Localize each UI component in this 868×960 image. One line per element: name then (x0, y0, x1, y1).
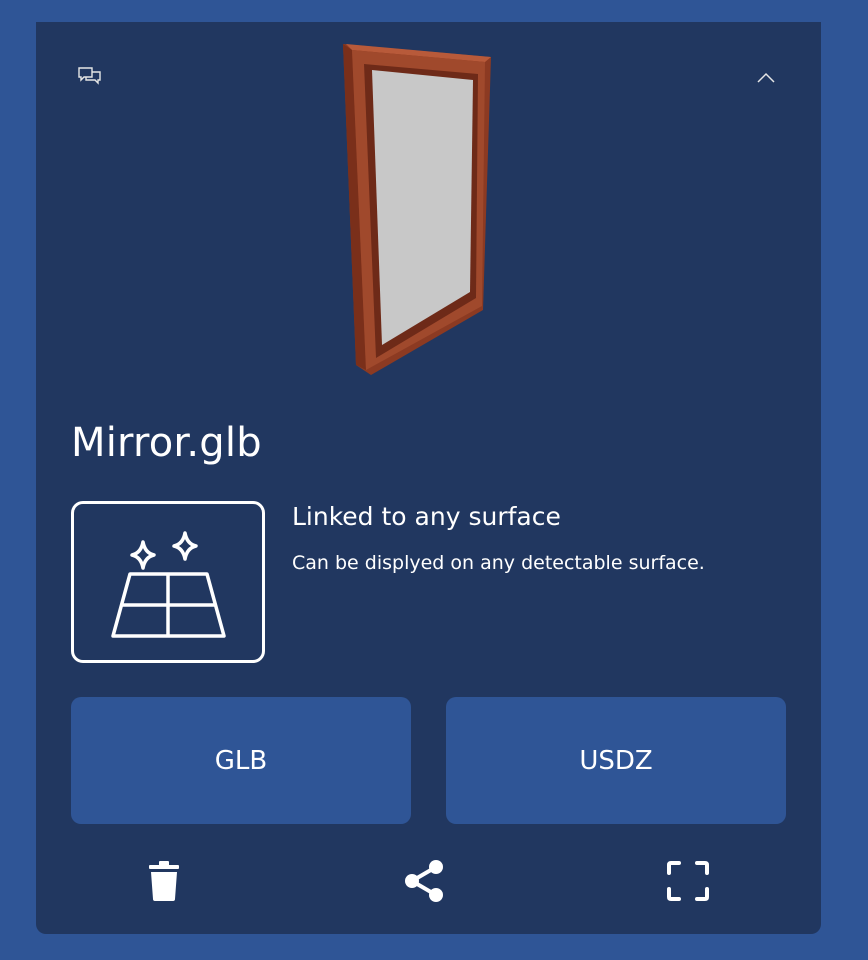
usdz-button[interactable]: USDZ (446, 697, 786, 824)
mirror-3d-preview[interactable] (336, 40, 501, 380)
chevron-up-icon[interactable] (750, 62, 782, 94)
placement-heading: Linked to any surface (292, 502, 561, 531)
sparkle-floor-icon (111, 531, 226, 638)
placement-mode-icon-box (71, 501, 265, 663)
share-icon[interactable] (400, 857, 448, 905)
model-card: Mirror.glb Linked to any surface Can be … (36, 22, 821, 934)
comments-icon[interactable] (74, 62, 106, 94)
glb-button[interactable]: GLB (71, 697, 411, 824)
trash-icon[interactable] (142, 857, 186, 905)
model-title: Mirror.glb (71, 420, 262, 466)
fullscreen-icon[interactable] (664, 857, 712, 905)
placement-description: Can be displyed on any detectable surfac… (292, 552, 705, 574)
